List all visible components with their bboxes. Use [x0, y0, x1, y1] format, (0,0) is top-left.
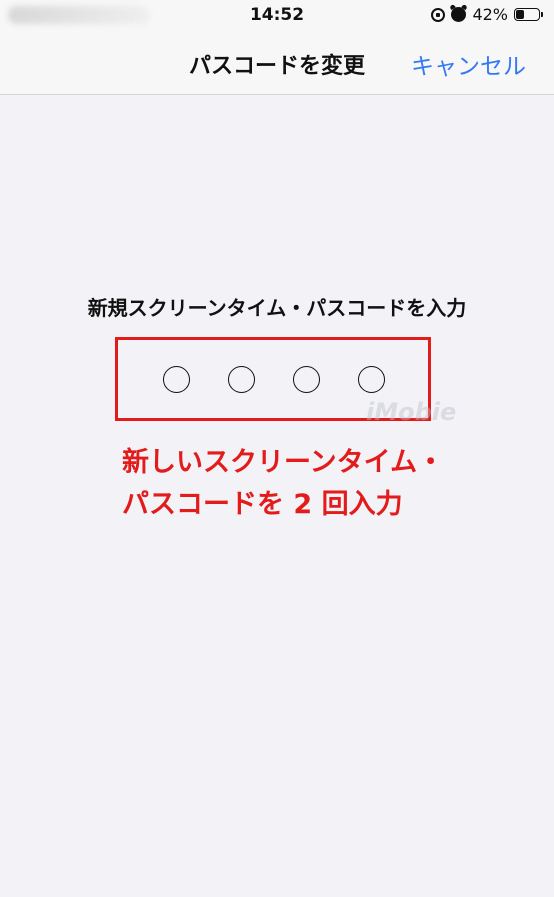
- orientation-lock-icon: [431, 7, 446, 22]
- passcode-dots[interactable]: [163, 366, 385, 393]
- battery-level-fill: [516, 10, 524, 19]
- battery-icon: [514, 8, 543, 21]
- passcode-digit-4: [358, 366, 385, 393]
- status-bar: 14:52 42%: [0, 0, 554, 32]
- navigation-bar: パスコードを変更 キャンセル: [0, 32, 554, 95]
- annotation-line-2: パスコードを 2 回入力: [122, 489, 403, 520]
- alarm-icon: [451, 7, 467, 22]
- passcode-digit-3: [293, 366, 320, 393]
- passcode-digit-1: [163, 366, 190, 393]
- status-icons: 42%: [431, 5, 543, 24]
- cancel-button[interactable]: キャンセル: [411, 47, 526, 81]
- battery-percent: 42%: [472, 5, 508, 24]
- watermark-logo: iMobie: [366, 398, 457, 426]
- annotation-text: 新しいスクリーンタイム・ パスコードを 2 回入力: [122, 442, 444, 526]
- passcode-digit-2: [228, 366, 255, 393]
- annotation-line-1: 新しいスクリーンタイム・: [122, 447, 445, 478]
- passcode-prompt: 新規スクリーンタイム・パスコードを入力: [87, 296, 467, 320]
